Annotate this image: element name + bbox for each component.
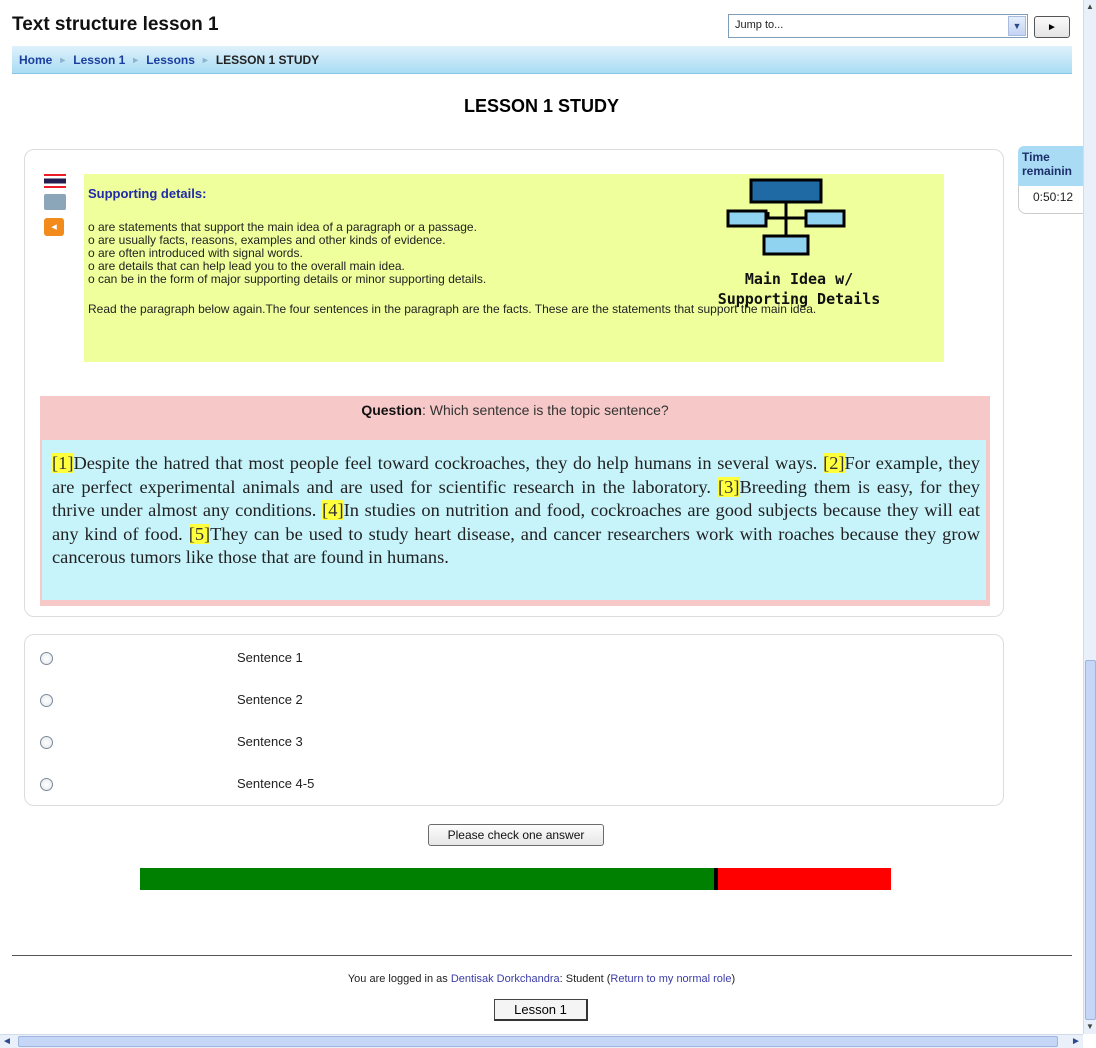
scroll-up-icon[interactable]: ▲ xyxy=(1084,0,1096,14)
breadcrumb-separator-icon: ► xyxy=(131,54,141,65)
play-arrow-icon: ► xyxy=(1047,21,1057,33)
answer-label[interactable]: Sentence 1 xyxy=(237,650,303,665)
sentence-number: [5] xyxy=(188,523,211,544)
time-remaining-block: Time remainin 0:50:12 xyxy=(1018,146,1083,216)
scrollbar-thumb[interactable] xyxy=(18,1036,1058,1047)
timer-value: 0:50:12 xyxy=(1018,186,1083,214)
breadcrumb-current: LESSON 1 STUDY xyxy=(215,52,320,67)
login-role: : Student ( xyxy=(559,973,611,985)
answer-option[interactable]: Sentence 4-5 xyxy=(40,774,314,794)
lesson-progress-bar xyxy=(140,868,891,890)
timer-label: Time remainin xyxy=(1018,146,1083,186)
breadcrumb-separator-icon: ► xyxy=(200,54,210,65)
answer-label[interactable]: Sentence 4-5 xyxy=(237,776,314,791)
progress-completed xyxy=(140,868,717,890)
question-label: Question xyxy=(361,402,422,418)
hierarchy-diagram-icon xyxy=(726,178,846,256)
progress-marker xyxy=(714,868,719,890)
diagram-caption: Main Idea w/ xyxy=(744,270,854,288)
answer-label[interactable]: Sentence 3 xyxy=(237,734,303,749)
vertical-scrollbar[interactable]: ▲ ▼ xyxy=(1083,0,1096,1034)
user-link[interactable]: Dentisak Dorkchandra xyxy=(451,973,560,985)
timer-label-line: remainin xyxy=(1022,164,1073,178)
answer-label[interactable]: Sentence 2 xyxy=(237,692,303,707)
jump-go-button[interactable]: ► xyxy=(1034,16,1070,38)
breadcrumb-lessons[interactable]: Lessons xyxy=(146,53,195,67)
breadcrumb: Home ► Lesson 1 ► Lessons ► LESSON 1 STU… xyxy=(12,46,1072,74)
chevron-down-icon[interactable]: ▼ xyxy=(1008,16,1026,36)
sentence-number: [4] xyxy=(322,500,344,520)
answer-option[interactable]: Sentence 1 xyxy=(40,648,303,668)
scroll-left-icon[interactable]: ◄ xyxy=(0,1035,14,1048)
main-idea-diagram: Main Idea w/ Supporting Details xyxy=(696,178,902,314)
passage-frame: [1]Despite the hatred that most people f… xyxy=(40,438,990,606)
login-info: You are logged in as Dentisak Dorkchandr… xyxy=(0,973,1083,985)
timer-label-line: Time xyxy=(1022,150,1050,164)
login-prefix: You are logged in as xyxy=(347,973,451,985)
speaker-icon[interactable]: ◂ xyxy=(44,218,64,236)
diagram-caption: Supporting Details xyxy=(717,290,881,308)
answer-radio[interactable] xyxy=(40,777,53,791)
answer-option[interactable]: Sentence 2 xyxy=(40,690,303,710)
horizontal-scrollbar[interactable]: ◄ ► xyxy=(0,1034,1083,1048)
sentence-number: [1] xyxy=(52,453,74,473)
breadcrumb-lesson[interactable]: Lesson 1 xyxy=(73,53,125,67)
question-bar: Question: Which sentence is the topic se… xyxy=(40,396,990,438)
thai-flag-icon[interactable] xyxy=(44,174,66,188)
question-text: : Which sentence is the topic sentence? xyxy=(421,402,669,418)
breadcrumb-separator-icon: ► xyxy=(58,54,68,65)
login-suffix: ) xyxy=(731,973,736,985)
book-icon[interactable] xyxy=(44,194,66,210)
side-icons: ◂ xyxy=(44,174,70,236)
check-answer-button[interactable]: Please check one answer xyxy=(428,824,604,846)
sentence-number: [2] xyxy=(823,453,845,473)
return-role-link[interactable]: Return to my normal role xyxy=(610,973,731,985)
scroll-down-icon[interactable]: ▼ xyxy=(1084,1020,1096,1034)
answer-radio[interactable] xyxy=(40,693,53,707)
answers-box xyxy=(24,634,1004,806)
answer-radio[interactable] xyxy=(40,651,53,665)
jump-to-label: Jump to... xyxy=(735,19,784,31)
scroll-right-icon[interactable]: ► xyxy=(1069,1035,1083,1048)
page-title: LESSON 1 STUDY xyxy=(463,96,620,116)
scrollbar-thumb[interactable] xyxy=(1085,660,1096,1020)
sentence-text: Despite the hatred that most people feel… xyxy=(73,453,824,473)
site-title: Text structure lesson 1 xyxy=(12,14,219,35)
jump-to-select[interactable]: Jump to... ▼ xyxy=(728,14,1028,38)
passage-text: [1]Despite the hatred that most people f… xyxy=(42,440,986,600)
answer-option[interactable]: Sentence 3 xyxy=(40,732,303,752)
lesson-button[interactable]: Lesson 1 xyxy=(494,999,588,1021)
sentence-number: [3] xyxy=(718,476,740,497)
footer-divider xyxy=(12,955,1072,956)
breadcrumb-home[interactable]: Home xyxy=(19,53,52,67)
answer-radio[interactable] xyxy=(40,735,53,749)
